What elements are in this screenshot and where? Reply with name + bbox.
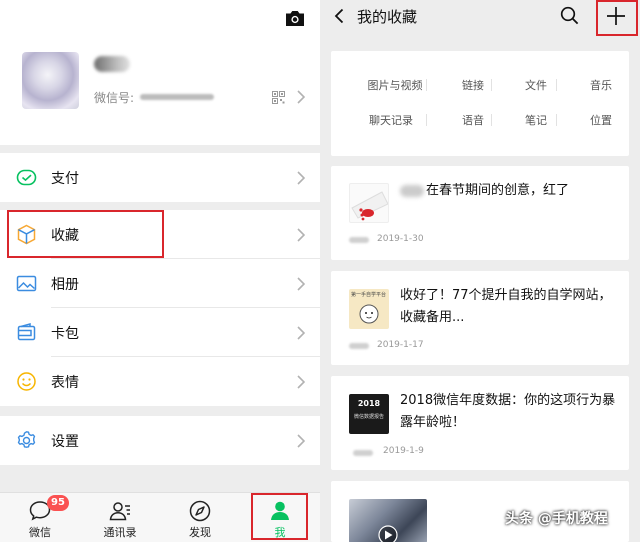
page-title: 我的收藏 [357, 8, 418, 26]
category-music[interactable]: 音乐 [571, 77, 631, 93]
source-redacted [353, 450, 373, 456]
thumbnail-caption: 2018 [357, 399, 381, 408]
chevron-right-icon [297, 326, 305, 340]
favorite-item[interactable]: 第一手自学平台 收好了！77个提升自我的自学网站，收藏备用... 2019-1-… [331, 271, 629, 365]
watermark: 头条 @手机教程 [505, 511, 608, 527]
item-thumbnail: 2018 微信数据报告 [349, 394, 389, 434]
wechat-id-label: 微信号: [94, 91, 135, 105]
menu-item-album[interactable]: 相册 [0, 259, 320, 308]
item-thumbnail [349, 183, 389, 223]
category-location[interactable]: 位置 [571, 112, 631, 128]
menu-item-stickers[interactable]: 表情 [0, 357, 320, 406]
chevron-right-icon [297, 277, 305, 291]
video-thumbnail [349, 499, 427, 542]
item-date: 2019-1-17 [377, 340, 424, 350]
source-redacted [349, 237, 369, 243]
menu-item-label: 表情 [51, 375, 79, 391]
play-icon [378, 525, 398, 542]
search-icon[interactable] [560, 6, 579, 25]
item-thumbnail: 第一手自学平台 [349, 289, 389, 329]
category-files[interactable]: 文件 [506, 77, 566, 93]
wallet-icon [17, 323, 36, 341]
tab-label: 微信 [29, 526, 51, 539]
footprint-image [351, 191, 388, 221]
tab-label: 发现 [189, 526, 211, 539]
me-page: 微信号: 支付 收藏 相册 卡包 表情 设置 95 微信 通讯录 发现 我 [0, 0, 320, 542]
tab-contacts[interactable]: 通讯录 [80, 493, 160, 542]
nickname-redacted [94, 56, 130, 72]
favorite-item[interactable]: 在春节期间的创意，红了 2019-1-30 [331, 166, 629, 260]
profile-card[interactable]: 微信号: [0, 0, 320, 145]
nav-bar: 我的收藏 [320, 0, 640, 36]
item-title: 收好了！77个提升自我的自学网站，收藏备用... [400, 288, 612, 325]
menu-item-label: 相册 [51, 277, 79, 293]
thumbnail-caption: 微信数据报告 [353, 414, 384, 420]
category-images-videos[interactable]: 图片与视频 [365, 77, 425, 93]
cartoon-face-image [359, 304, 379, 324]
source-name-redacted [400, 184, 424, 197]
qr-code-icon[interactable] [272, 91, 285, 104]
chevron-right-icon [297, 90, 305, 104]
highlight-box-me [251, 493, 308, 540]
back-arrow-icon[interactable] [334, 8, 344, 24]
item-title: 在春节期间的创意，红了 [400, 180, 620, 202]
divider [491, 79, 492, 91]
divider [556, 114, 557, 126]
avatar[interactable] [22, 52, 79, 109]
item-title-text: 在春节期间的创意，红了 [426, 183, 570, 198]
chevron-right-icon [297, 434, 305, 448]
compass-icon [189, 500, 211, 522]
wechat-id-redacted [140, 94, 214, 100]
tab-label: 通讯录 [103, 526, 137, 539]
menu-item-settings[interactable]: 设置 [0, 416, 320, 465]
category-links[interactable]: 链接 [443, 77, 503, 93]
unread-badge: 95 [47, 495, 69, 511]
pay-icon [16, 169, 37, 186]
menu-item-pay[interactable]: 支付 [0, 153, 320, 202]
highlight-box-favorites [7, 210, 164, 258]
category-grid: 图片与视频 链接 文件 音乐 聊天记录 语音 笔记 位置 [331, 51, 629, 156]
item-date: 2019-1-9 [383, 446, 424, 456]
contacts-icon [109, 502, 130, 521]
category-notes[interactable]: 笔记 [506, 112, 566, 128]
item-title: 2018微信年度数据：你的这项行为暴露年龄啦！ [400, 393, 616, 430]
chevron-right-icon [297, 228, 305, 242]
source-redacted [349, 343, 369, 349]
category-chat-history[interactable]: 聊天记录 [361, 112, 421, 128]
chevron-right-icon [297, 171, 305, 185]
menu-item-label: 设置 [51, 434, 79, 450]
menu-item-label: 支付 [51, 171, 79, 187]
divider [426, 79, 427, 91]
chevron-right-icon [297, 375, 305, 389]
tab-chats[interactable]: 95 微信 [0, 493, 80, 542]
menu-item-label: 卡包 [51, 326, 79, 342]
category-voice[interactable]: 语音 [443, 112, 503, 128]
divider [426, 114, 427, 126]
divider [556, 79, 557, 91]
tab-discover[interactable]: 发现 [160, 493, 240, 542]
smiley-icon [17, 372, 36, 391]
highlight-box-add [596, 0, 638, 36]
album-icon [16, 275, 37, 292]
favorite-item[interactable]: 2018 微信数据报告 2018微信年度数据：你的这项行为暴露年龄啦！ 2019… [331, 376, 629, 470]
favorites-page: 我的收藏 图片与视频 链接 文件 音乐 聊天记录 语音 笔记 位置 在春节期间的… [320, 0, 640, 542]
menu-item-cards[interactable]: 卡包 [0, 308, 320, 357]
camera-icon[interactable] [285, 9, 305, 27]
divider [491, 114, 492, 126]
gear-icon [17, 431, 36, 448]
item-date: 2019-1-30 [377, 234, 424, 244]
